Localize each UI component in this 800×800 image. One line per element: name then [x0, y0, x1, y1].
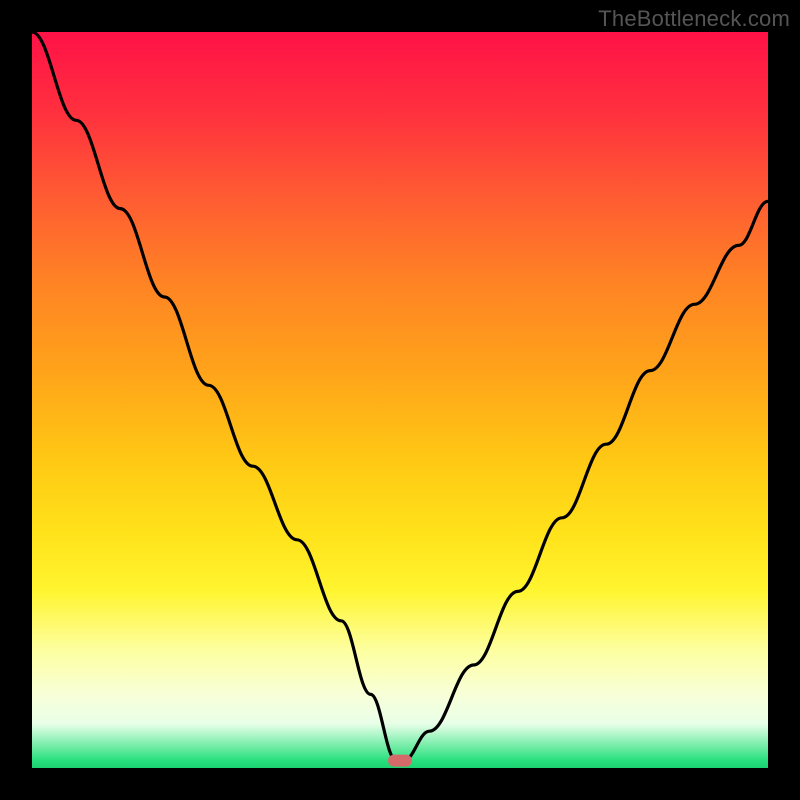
- attribution-label: TheBottleneck.com: [598, 6, 790, 32]
- plot-area: [32, 32, 768, 768]
- optimal-marker: [388, 755, 412, 767]
- bottleneck-curve-svg: [32, 32, 768, 768]
- chart-frame: TheBottleneck.com: [0, 0, 800, 800]
- bottleneck-curve: [32, 32, 768, 761]
